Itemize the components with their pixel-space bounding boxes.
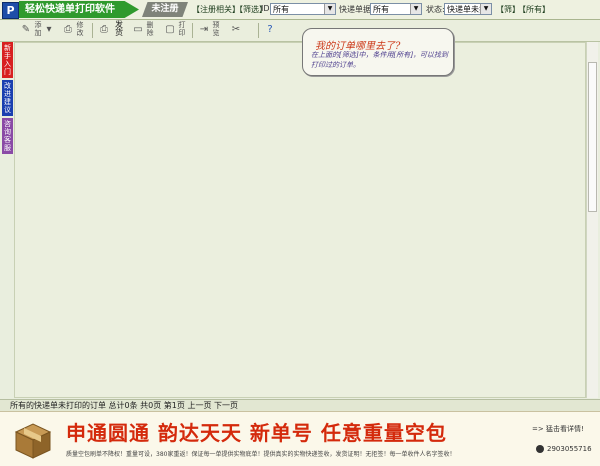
help-icon[interactable]: ?	[262, 22, 278, 38]
side-tab-beginner[interactable]: 新手入门	[2, 42, 13, 78]
help-note-body: 在上面的[筛选]中，条件用[所有]，可以找到打印过的订单。	[311, 51, 448, 69]
page-icon[interactable]: ▢	[162, 22, 178, 38]
toolbar-label: 打印	[178, 21, 186, 37]
print-icon[interactable]: ⎙	[96, 22, 112, 38]
toolbar-label: 修改	[76, 21, 84, 37]
chevron-down-icon: ▼	[480, 4, 491, 14]
title-bar: P 轻松快递单打印软件 未注册 【注册相关】 【筛选】 ID: 所有 ▼ 快递单…	[0, 0, 600, 20]
export-icon[interactable]: ⇥	[196, 22, 212, 38]
toolbar-label: 删除	[146, 21, 154, 37]
state-select[interactable]: 快递单未打 ▼	[444, 3, 492, 15]
qq-number: 2903055716	[547, 445, 592, 453]
send-button[interactable]: 发货	[114, 21, 124, 37]
toolbar-separator	[192, 23, 193, 38]
unregistered-badge[interactable]: 未注册	[142, 2, 188, 17]
promo-headline: 申通圆通 韵达天天 新单号 任意重量空包	[66, 421, 447, 445]
tools-icon[interactable]: ✂	[228, 22, 244, 38]
toolbar-label: 添加	[34, 21, 42, 37]
pencil-icon[interactable]: ✎	[18, 22, 34, 38]
state-label: 状态:	[426, 5, 445, 14]
all-button[interactable]: 【所有】	[518, 4, 550, 15]
side-tab-support[interactable]: 咨询客服	[2, 118, 13, 154]
register-link[interactable]: 【注册相关】	[192, 4, 240, 15]
toolbar-label: 预览	[212, 21, 220, 37]
chevron-down-icon[interactable]: ▾	[44, 22, 54, 38]
chevron-down-icon: ▼	[410, 4, 421, 14]
window-icon[interactable]: ▭	[130, 22, 146, 38]
promo-banner[interactable]: 申通圆通 韵达天天 新单号 任意重量空包 质量空包刷单不降权！重量可设，380家…	[0, 411, 600, 466]
toolbar-separator	[92, 23, 93, 38]
app-logo: P	[2, 2, 19, 19]
toolbar: ✎ 添加 ▾ ⎙ 修改 ⎙ 发货 ▭ 删除 ▢ 打印 ⇥ 预览 ✂ ?	[0, 20, 600, 42]
promo-subtext: 质量空包刷单不降权！重量可设，380家重返！保证每一单提供实物底单！提供真实的实…	[66, 451, 456, 458]
order-list-area[interactable]	[14, 42, 586, 398]
help-note: 我的订单哪里去了? 在上面的[筛选]中，条件用[所有]，可以找到打印过的订单。	[302, 28, 454, 76]
express-select-value: 所有	[373, 5, 389, 14]
chevron-down-icon: ▼	[324, 4, 335, 14]
filter-button[interactable]: 【筛】	[496, 4, 520, 15]
details-link[interactable]: => 猛击看详情!	[532, 424, 584, 434]
package-icon	[14, 423, 52, 459]
id-select-value: 所有	[273, 5, 289, 14]
express-select[interactable]: 所有 ▼	[370, 3, 422, 15]
printer-icon[interactable]: ⎙	[60, 22, 76, 38]
scroll-thumb[interactable]	[588, 62, 597, 212]
app-title: 轻松快递单打印软件	[19, 1, 139, 18]
toolbar-separator	[258, 23, 259, 38]
status-bar: 所有的快递单未打印的订单 总计0条 共0页 第1页 上一页 下一页	[0, 399, 600, 411]
penguin-icon	[536, 445, 544, 453]
express-label: 快递单据:	[339, 5, 374, 14]
id-select[interactable]: 所有 ▼	[270, 3, 336, 15]
qq-contact[interactable]: 2903055716	[536, 445, 592, 453]
vertical-scrollbar[interactable]	[586, 42, 598, 398]
side-tab-suggestion[interactable]: 改进建议	[2, 80, 13, 116]
